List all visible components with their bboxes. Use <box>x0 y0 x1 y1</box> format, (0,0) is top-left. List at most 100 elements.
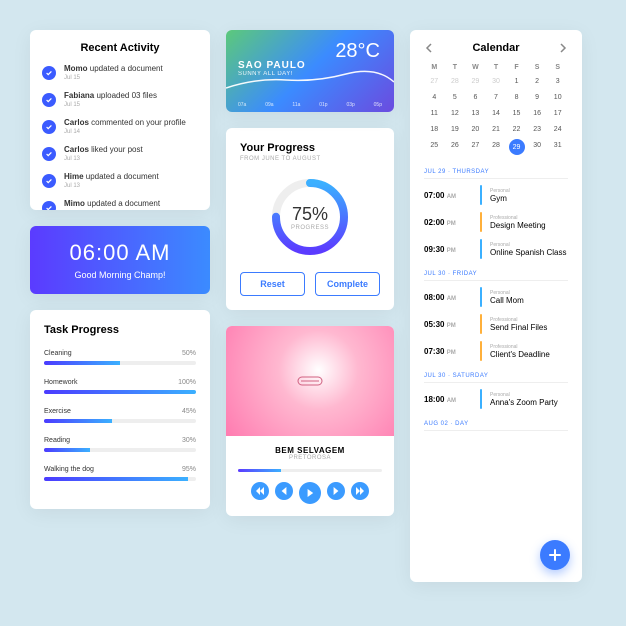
calendar-day[interactable]: 1 <box>506 75 527 88</box>
play-button[interactable] <box>299 482 321 504</box>
chevron-left-icon[interactable] <box>424 43 434 53</box>
calendar-day[interactable]: 11 <box>424 107 445 120</box>
reset-button[interactable]: Reset <box>240 272 305 296</box>
calendar-day[interactable]: 13 <box>465 107 486 120</box>
calendar-day[interactable]: 14 <box>486 107 507 120</box>
activity-item[interactable]: Carlos commented on your profile Jul 14 <box>42 118 198 135</box>
task-item: Exercise45% <box>44 408 196 423</box>
task-item: Cleaning50% <box>44 350 196 365</box>
task-percent: 100% <box>178 379 196 386</box>
task-percent: 30% <box>182 437 196 444</box>
calendar-day[interactable]: 20 <box>465 123 486 136</box>
event-item[interactable]: 18:00 AM Personal Anna's Zoom Party <box>424 389 568 409</box>
activity-item[interactable]: Carlos liked your post Jul 13 <box>42 145 198 162</box>
weather-tick: 11a <box>292 102 300 108</box>
activity-date: Jul 15 <box>64 102 157 108</box>
calendar-day[interactable]: 10 <box>547 91 568 104</box>
event-item[interactable]: 02:00 PM Professional Design Meeting <box>424 212 568 232</box>
event-category-bar <box>480 389 482 409</box>
calendar-day[interactable]: 12 <box>445 107 466 120</box>
skip-back-button[interactable] <box>251 482 269 500</box>
calendar-weekdays: MTWTFSS <box>424 64 568 71</box>
activity-date: Jul 13 <box>64 183 159 189</box>
calendar-day[interactable]: 27 <box>465 139 486 155</box>
calendar-day[interactable]: 30 <box>486 75 507 88</box>
calendar-day[interactable]: 25 <box>424 139 445 155</box>
calendar-day[interactable]: 27 <box>424 75 445 88</box>
calendar-day[interactable]: 5 <box>445 91 466 104</box>
calendar-day[interactable]: 26 <box>445 139 466 155</box>
event-category-bar <box>480 341 482 361</box>
calendar-day[interactable]: 30 <box>527 139 548 155</box>
event-title: Client's Deadline <box>490 350 568 359</box>
calendar-day[interactable]: 23 <box>527 123 548 136</box>
event-title: Anna's Zoom Party <box>490 398 568 407</box>
event-day-header: AUG 02 · Day <box>424 421 568 431</box>
calendar-day[interactable]: 31 <box>547 139 568 155</box>
event-title: Online Spanish Class <box>490 248 568 257</box>
event-item[interactable]: 07:30 PM Professional Client's Deadline <box>424 341 568 361</box>
calendar-day[interactable]: 22 <box>506 123 527 136</box>
event-title: Call Mom <box>490 296 568 305</box>
weather-tick: 05p <box>374 102 382 108</box>
activity-item[interactable]: Mimo updated a document Jul 12 <box>42 199 198 210</box>
add-event-button[interactable] <box>540 540 570 570</box>
event-item[interactable]: 07:00 AM Personal Gym <box>424 185 568 205</box>
calendar-day[interactable]: 29 <box>509 139 525 155</box>
music-progress-bar[interactable] <box>238 469 382 472</box>
skip-forward-button[interactable] <box>351 482 369 500</box>
calendar-day[interactable]: 24 <box>547 123 568 136</box>
task-percent: 45% <box>182 408 196 415</box>
calendar-day[interactable]: 2 <box>527 75 548 88</box>
calendar-day[interactable]: 3 <box>547 75 568 88</box>
plus-icon <box>548 548 562 562</box>
chevron-right-icon[interactable] <box>558 43 568 53</box>
greeting-time: 06:00 AM <box>44 240 196 266</box>
check-icon <box>42 147 56 161</box>
calendar-day[interactable]: 9 <box>527 91 548 104</box>
event-item[interactable]: 08:00 AM Personal Call Mom <box>424 287 568 307</box>
event-category-bar <box>480 314 482 334</box>
event-item[interactable]: 09:30 PM Personal Online Spanish Class <box>424 239 568 259</box>
task-bar <box>44 361 196 365</box>
calendar-day[interactable]: 16 <box>527 107 548 120</box>
calendar-day[interactable]: 4 <box>424 91 445 104</box>
activity-text: Carlos commented on your profile <box>64 118 186 127</box>
music-title: BEM SELVAGEM <box>238 446 382 455</box>
activity-date: Jul 15 <box>64 75 163 81</box>
calendar-day[interactable]: 29 <box>465 75 486 88</box>
event-day-group: JUL 29 · Thursday 07:00 AM Personal Gym … <box>424 169 568 259</box>
check-icon <box>42 66 56 80</box>
activity-date: Jul 13 <box>64 156 143 162</box>
activity-item[interactable]: Momo updated a document Jul 15 <box>42 64 198 81</box>
task-progress-card: Task Progress Cleaning50% Homework100% E… <box>30 310 210 509</box>
calendar-day[interactable]: 8 <box>506 91 527 104</box>
event-category-bar <box>480 185 482 205</box>
event-day-header: JUL 30 · Friday <box>424 271 568 281</box>
event-day-group: JUL 30 · Saturday 18:00 AM Personal Anna… <box>424 373 568 409</box>
event-time: 08:00 AM <box>424 293 472 302</box>
check-icon <box>42 93 56 107</box>
calendar-day[interactable]: 21 <box>486 123 507 136</box>
complete-button[interactable]: Complete <box>315 272 380 296</box>
task-percent: 95% <box>182 466 196 473</box>
calendar-day[interactable]: 28 <box>445 75 466 88</box>
rewind-button[interactable] <box>275 482 293 500</box>
calendar-day[interactable]: 6 <box>465 91 486 104</box>
task-name: Walking the dog <box>44 466 94 473</box>
event-item[interactable]: 05:30 PM Professional Send Final Files <box>424 314 568 334</box>
calendar-day[interactable]: 15 <box>506 107 527 120</box>
activity-item[interactable]: Hime updated a document Jul 13 <box>42 172 198 189</box>
check-icon <box>42 120 56 134</box>
calendar-day[interactable]: 28 <box>486 139 507 155</box>
progress-ring: 75% PROGRESS <box>269 176 351 258</box>
calendar-day[interactable]: 18 <box>424 123 445 136</box>
check-icon <box>42 174 56 188</box>
weather-tick: 01p <box>319 102 327 108</box>
task-name: Homework <box>44 379 77 386</box>
calendar-day[interactable]: 19 <box>445 123 466 136</box>
activity-item[interactable]: Fabiana uploaded 03 files Jul 15 <box>42 91 198 108</box>
forward-button[interactable] <box>327 482 345 500</box>
calendar-day[interactable]: 17 <box>547 107 568 120</box>
calendar-day[interactable]: 7 <box>486 91 507 104</box>
